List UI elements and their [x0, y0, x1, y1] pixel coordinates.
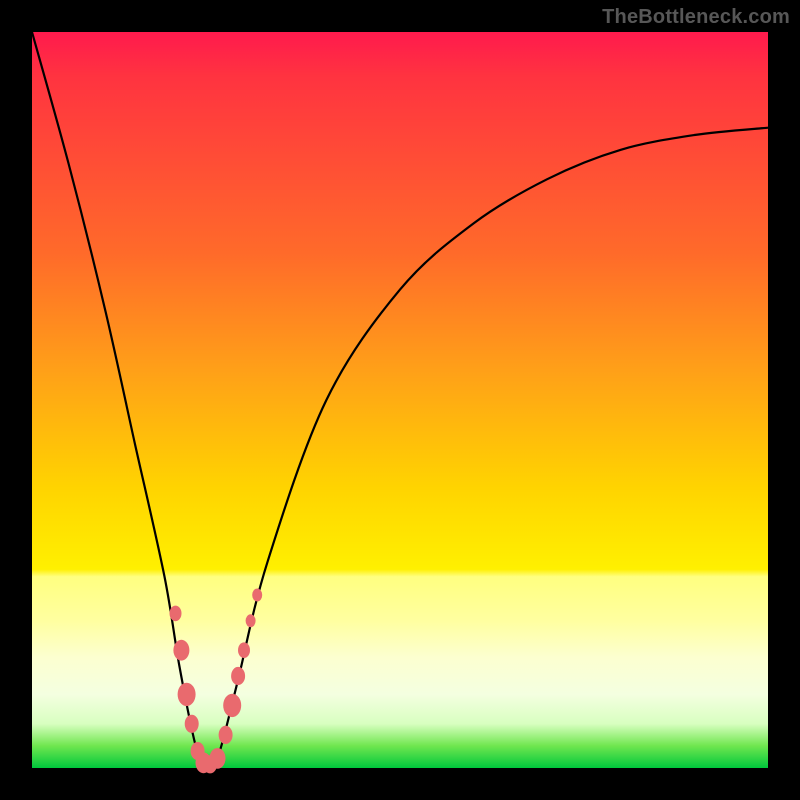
- bottleneck-curve: [32, 32, 768, 768]
- curve-marker: [231, 667, 245, 685]
- curve-marker: [185, 715, 199, 733]
- curve-marker: [178, 683, 196, 706]
- curve-marker: [210, 748, 226, 769]
- curve-marker: [219, 726, 233, 744]
- curve-marker: [252, 589, 262, 602]
- curve-marker: [246, 614, 256, 627]
- watermark-label: TheBottleneck.com: [602, 6, 790, 29]
- curve-marker: [173, 640, 189, 661]
- chart-svg: [32, 32, 768, 768]
- chart-frame: TheBottleneck.com: [0, 0, 800, 800]
- curve-marker: [238, 642, 250, 658]
- curve-marker: [223, 694, 241, 717]
- marker-group: [170, 589, 263, 774]
- curve-marker: [170, 606, 182, 622]
- plot-gradient-area: [32, 32, 768, 768]
